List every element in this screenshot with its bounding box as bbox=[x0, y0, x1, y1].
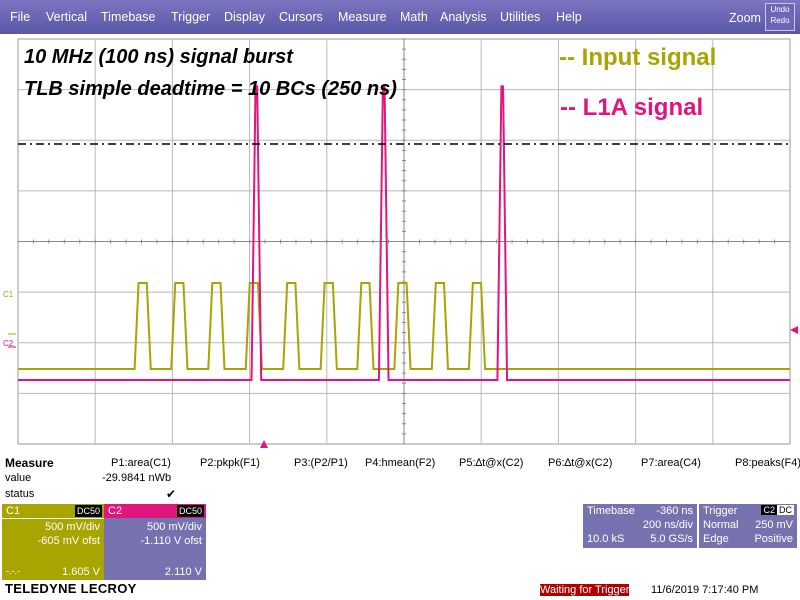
menu-bar: File Vertical Timebase Trigger Display Cursor… bbox=[0, 0, 800, 34]
menu-item-file[interactable]: File bbox=[10, 10, 30, 24]
measure-param-p1[interactable]: P1:area(C1) bbox=[111, 457, 171, 469]
acquisition-status: Waiting for Trigger bbox=[540, 584, 630, 596]
measure-param-p4[interactable]: P4:hmean(F2) bbox=[365, 457, 435, 469]
trigger-box[interactable]: Trigger C2 DC Normal 250 mV Edge Positiv… bbox=[699, 504, 797, 548]
c1-offset-marker[interactable]: C1 bbox=[3, 290, 13, 299]
timebase-samples: 10.0 kS bbox=[587, 533, 625, 545]
c1-scale: 500 mV/div bbox=[44, 521, 100, 533]
timebase-rate: 5.0 GS/s bbox=[650, 533, 693, 545]
menu-item-display[interactable]: Display bbox=[224, 10, 265, 24]
c2-channel-box[interactable]: C2 DC50 500 mV/div -1.110 V ofst 2.110 V bbox=[104, 504, 206, 580]
trigger-label: Trigger bbox=[703, 505, 738, 517]
trigger-mode: Normal bbox=[703, 519, 739, 531]
menu-item-analysis[interactable]: Analysis bbox=[440, 10, 487, 24]
c1-offset: -605 mV ofst bbox=[37, 535, 100, 547]
trigger-source-badge: C2 bbox=[761, 505, 777, 515]
status-row-label: status bbox=[5, 488, 35, 500]
value-row-label: value bbox=[5, 472, 32, 484]
zoom-menu[interactable]: Zoom bbox=[729, 11, 761, 25]
menu-item-math[interactable]: Math bbox=[400, 10, 428, 24]
measure-param-p2[interactable]: P2:pkpk(F1) bbox=[200, 457, 260, 469]
legend-l1a-signal: -- L1A signal bbox=[560, 94, 704, 121]
measure-param-p7[interactable]: P7:area(C4) bbox=[641, 457, 701, 469]
measure-title: Measure bbox=[5, 456, 54, 470]
menu-item-help[interactable]: Help bbox=[556, 10, 582, 24]
annotation-deadtime: TLB simple deadtime = 10 BCs (250 ns) bbox=[24, 78, 397, 100]
timestamp: 11/6/2019 7:17:40 PM bbox=[651, 584, 759, 596]
c2-offset: -1.110 V ofst bbox=[140, 535, 202, 547]
redo-label: Redo bbox=[770, 16, 790, 25]
measure-param-p5[interactable]: P5:∆t@x(C2) bbox=[459, 457, 523, 469]
c2-level: 2.110 V bbox=[164, 566, 202, 578]
undo-label: Undo bbox=[770, 5, 790, 14]
trigger-level-marker bbox=[790, 326, 798, 334]
measure-table: Measure value status P1:area(C1) P2:pkpk(… bbox=[0, 450, 800, 505]
menu-item-measure[interactable]: Measure bbox=[338, 10, 387, 24]
waveform-display[interactable]: 10 MHz (100 ns) signal burst TLB simple … bbox=[0, 34, 800, 448]
c1-label: C1 bbox=[6, 505, 21, 517]
c2-coupling-badge: DC50 bbox=[176, 505, 204, 517]
c2-scale: 500 mV/div bbox=[146, 521, 202, 533]
trigger-coupling-badge: DC bbox=[777, 505, 794, 515]
measure-param-p3[interactable]: P3:(P2/P1) bbox=[294, 457, 348, 469]
trigger-type: Edge bbox=[703, 533, 729, 545]
c2-offset-marker[interactable]: C2 bbox=[3, 339, 13, 348]
brand-logo: TELEDYNE LECROY bbox=[5, 581, 137, 596]
timebase-box[interactable]: Timebase -360 ns 200 ns/div 10.0 kS 5.0 … bbox=[583, 504, 697, 548]
timebase-per-div: 200 ns/div bbox=[642, 519, 693, 531]
legend-input-signal: -- Input signal bbox=[559, 44, 717, 71]
c1-coupling-badge: DC50 bbox=[74, 505, 102, 517]
menu-item-timebase[interactable]: Timebase bbox=[101, 10, 155, 24]
menu-item-utilities[interactable]: Utilities bbox=[500, 10, 540, 24]
undo-button[interactable]: Undo Redo bbox=[765, 3, 795, 31]
menu-item-vertical[interactable]: Vertical bbox=[46, 10, 87, 24]
timebase-label: Timebase bbox=[587, 505, 635, 517]
menu-item-cursors[interactable]: Cursors bbox=[279, 10, 323, 24]
status-bar: TELEDYNE LECROY Waiting for Trigger 11/6… bbox=[0, 580, 800, 600]
trigger-level: 250 mV bbox=[755, 519, 793, 531]
annotation-burst: 10 MHz (100 ns) signal burst bbox=[24, 46, 293, 68]
trigger-slope: Positive bbox=[754, 533, 793, 545]
measure-param-p8[interactable]: P8:peaks(F4) bbox=[735, 457, 800, 469]
c2-label: C2 bbox=[108, 505, 123, 517]
timebase-delay: -360 ns bbox=[656, 505, 693, 517]
measure-param-p6[interactable]: P6:∆t@x(C2) bbox=[548, 457, 612, 469]
p1-value: -29.9841 nWb bbox=[102, 472, 172, 484]
c1-dashes: -.-.- bbox=[6, 566, 20, 576]
c1-level: 1.605 V bbox=[62, 566, 100, 578]
p1-status-icon: ✔ bbox=[166, 487, 177, 501]
menu-item-trigger[interactable]: Trigger bbox=[171, 10, 210, 24]
acquisition-status-text: Waiting for Trigger bbox=[540, 584, 630, 596]
c1-channel-box[interactable]: C1 DC50 500 mV/div -605 mV ofst -.-.- 1.… bbox=[2, 504, 104, 580]
